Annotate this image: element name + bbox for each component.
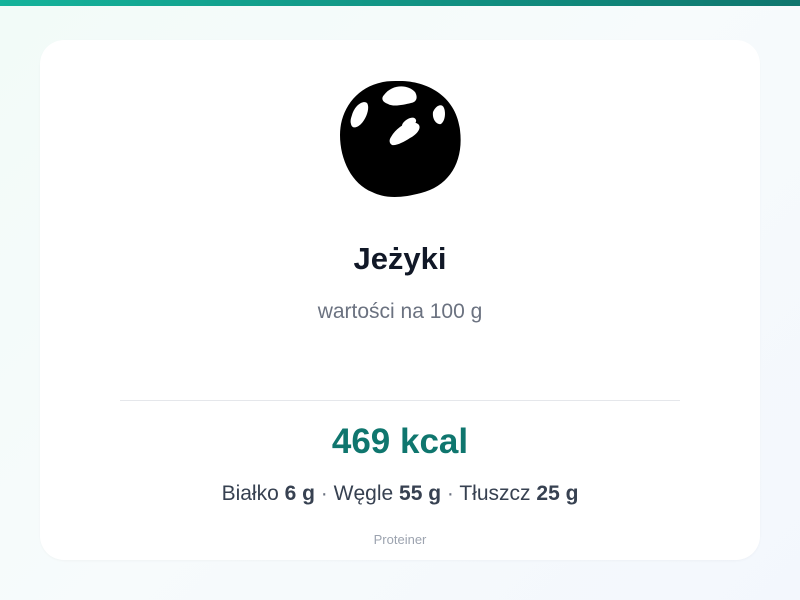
- section-divider: [120, 400, 680, 401]
- accent-top-bar: [0, 0, 800, 6]
- fat-label: Tłuszcz: [459, 482, 531, 505]
- fat-value: 25 g: [536, 482, 579, 505]
- serving-note: wartości na 100 g: [317, 300, 483, 323]
- macro-separator: ·: [320, 482, 328, 505]
- product-photo-svg: [340, 81, 461, 197]
- macros-row: Białko 6 g · Węgle 55 g · Tłuszcz 25 g: [40, 480, 760, 508]
- carbs-label: Węgle: [333, 482, 394, 505]
- calories-value: 469 kcal: [331, 422, 469, 461]
- nutrition-card: Jeżyki wartości na 100 g 469 kcal Białko…: [40, 40, 760, 560]
- footer-brand: Proteiner: [373, 532, 427, 547]
- protein-label: Białko: [221, 482, 279, 505]
- protein-value: 6 g: [284, 482, 315, 505]
- macro-separator: ·: [446, 482, 454, 505]
- carbs-value: 55 g: [399, 482, 442, 505]
- product-photo-icon: [338, 78, 462, 198]
- product-title: Jeżyki: [353, 240, 447, 276]
